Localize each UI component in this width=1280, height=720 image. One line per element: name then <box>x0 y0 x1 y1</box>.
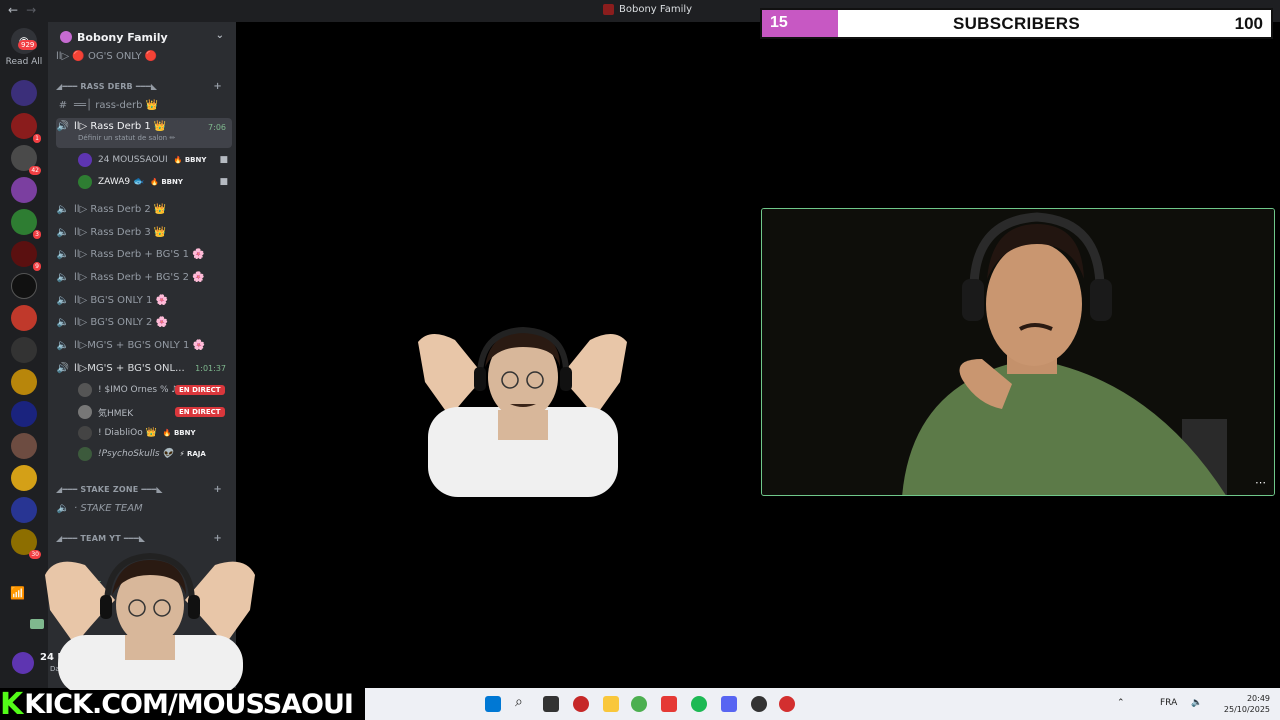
voice-user[interactable]: 気HMEK EN DIRECT <box>78 402 232 422</box>
server-icon[interactable] <box>11 465 37 491</box>
search-icon[interactable]: ⌕ <box>515 694 531 710</box>
chrome-icon[interactable] <box>631 696 647 712</box>
add-channel-icon[interactable]: + <box>213 81 222 92</box>
signal-icon: 📶 <box>10 586 25 600</box>
speaker-icon: 🔈 <box>56 294 70 306</box>
voice-user[interactable]: !PsychoSkulls 👽 ⚡ RAJA <box>78 444 232 464</box>
server-icon[interactable]: 1 <box>11 113 41 143</box>
channel-og-only[interactable]: ll▷ 🔴 OG'S ONLY 🔴 <box>56 46 232 66</box>
obs-icon[interactable] <box>751 696 767 712</box>
channel-rass-derb-text[interactable]: # ══│ rass-derb 👑 <box>56 95 232 115</box>
screen: ←→ Bobony Family ◉ 929 Read All 1 42 3 9… <box>0 0 1280 720</box>
server-icon[interactable] <box>11 273 37 299</box>
voice-channel[interactable]: 🔈 ll▷ BG'S ONLY 1 🌸 <box>56 290 232 310</box>
category-stake-zone[interactable]: ◢━━━ STAKE ZONE ━━━◣ + <box>56 479 232 499</box>
more-options-icon[interactable]: ⋯ <box>1255 476 1266 489</box>
clock[interactable]: 20:49 25/10/2025 <box>1224 693 1270 715</box>
chevron-up-icon[interactable]: ⌃ <box>1117 698 1125 708</box>
read-all-button[interactable]: Read All <box>2 57 46 67</box>
server-icon[interactable] <box>11 305 37 331</box>
app-icon[interactable] <box>779 696 795 712</box>
avatar[interactable] <box>12 652 34 674</box>
camera-icon: ■ <box>219 155 228 165</box>
server-icon[interactable]: 42 <box>11 145 41 175</box>
guest-video-tile[interactable]: ⋯ <box>761 208 1275 496</box>
voice-channel-active[interactable]: 🔊 ll▷MG'S + BG'S ONL... 1:01:37 <box>56 358 232 378</box>
avatar <box>78 175 92 189</box>
dm-badge: 929 <box>18 40 38 50</box>
language-indicator[interactable]: FRA <box>1160 698 1177 708</box>
window-title: Bobony Family <box>603 4 692 15</box>
server-icon[interactable]: 3 <box>11 209 41 239</box>
back-arrow-icon[interactable]: ← <box>8 3 18 17</box>
subscriber-goal-bar: 15 SUBSCRIBERS 100 <box>760 8 1273 39</box>
app-icon[interactable] <box>573 696 589 712</box>
avatar <box>78 383 92 397</box>
kick-url: KICK.COM/MOUSSAOUI <box>24 688 354 720</box>
nav-arrows: ← → <box>8 3 44 17</box>
forward-arrow-icon[interactable]: → <box>26 3 36 17</box>
channel-stake-team[interactable]: 🔈 · STAKE TEAM <box>56 498 232 518</box>
server-icon[interactable] <box>11 177 37 203</box>
start-menu-icon[interactable] <box>485 696 501 712</box>
windows-taskbar: ⌕ ⌃ FRA 🔈 20:49 25/10/2025 <box>365 688 1280 720</box>
speaker-icon: 🔈 <box>56 502 70 514</box>
speaker-icon: 🔊 <box>56 121 70 132</box>
server-icon[interactable] <box>11 80 37 106</box>
voice-user[interactable]: ! DiabliOo 👑 🔥 BBNY <box>78 423 232 443</box>
file-explorer-icon[interactable] <box>603 696 619 712</box>
server-icon[interactable] <box>11 401 37 427</box>
guild-icon <box>60 31 72 43</box>
kick-channel-banner: K KICK.COM/MOUSSAOUI <box>0 686 354 720</box>
voice-user[interactable]: ! $IMO Ornes % ♪ EN DIRECT <box>78 380 232 400</box>
subscriber-goal: 100 <box>1234 14 1263 33</box>
voice-channel[interactable]: 🔈 ll▷ BG'S ONLY 2 🌸 <box>56 312 232 332</box>
spotify-icon[interactable] <box>691 696 707 712</box>
server-icon[interactable]: 9 <box>11 241 41 271</box>
server-icon[interactable] <box>11 433 37 459</box>
server-icon[interactable] <box>11 497 37 523</box>
speaker-icon: 🔈 <box>56 248 70 260</box>
add-channel-icon[interactable]: + <box>213 484 222 495</box>
guild-logo-icon <box>603 4 614 15</box>
streamer-webcam-overlay <box>45 552 255 690</box>
speaker-icon: 🔈 <box>56 316 70 328</box>
avatar <box>78 153 92 167</box>
app-icon[interactable] <box>661 696 677 712</box>
avatar <box>78 405 92 419</box>
task-view-icon[interactable] <box>543 696 559 712</box>
speaker-icon: 🔈 <box>56 203 70 215</box>
category-rass-derb[interactable]: ◢━━━ RASS DERB ━━━◣ + <box>56 76 232 96</box>
speaker-icon: 🔊 <box>56 362 70 374</box>
voice-channel[interactable]: 🔈 ll▷MG'S + BG'S ONLY 1 🌸 <box>56 335 232 355</box>
guest-webcam <box>762 209 1274 495</box>
voice-channel[interactable]: 🔈 ll▷ Rass Derb 2 👑 <box>56 199 232 219</box>
voice-channel[interactable]: 🔈 ll▷ Rass Derb + BG'S 2 🌸 <box>56 267 232 287</box>
server-icon[interactable]: 30 <box>11 529 41 559</box>
kick-logo-icon: K <box>0 686 23 720</box>
speaker-icon: 🔈 <box>56 226 70 238</box>
avatar <box>78 447 92 461</box>
speaker-icon: 🔈 <box>56 339 70 351</box>
hash-icon: # <box>58 99 68 111</box>
server-icon[interactable] <box>11 369 37 395</box>
server-icon[interactable] <box>11 337 37 363</box>
voice-channel[interactable]: 🔈 ll▷ Rass Derb + BG'S 1 🌸 <box>56 244 232 264</box>
speaker-icon: 🔈 <box>56 271 70 283</box>
streamer-webcam <box>418 326 627 497</box>
discord-icon[interactable] <box>721 696 737 712</box>
chevron-down-icon[interactable]: ⌄ <box>216 30 224 41</box>
channel-rass-derb-1[interactable]: 🔊 ll▷ Rass Derb 1 👑 Définir un statut de… <box>56 118 232 148</box>
voice-user[interactable]: 24 MOUSSAOUI 🔥 BBNY ■ <box>78 150 232 170</box>
avatar <box>78 426 92 440</box>
speaker-icon[interactable]: 🔈 <box>1191 698 1202 708</box>
subscriber-label: SUBSCRIBERS <box>952 14 1081 33</box>
camera-icon: ■ <box>219 177 228 187</box>
voice-user[interactable]: ZAWA9 🐟 🔥 BBNY ■ <box>78 172 232 192</box>
voice-channel[interactable]: 🔈 ll▷ Rass Derb 3 👑 <box>56 222 232 242</box>
